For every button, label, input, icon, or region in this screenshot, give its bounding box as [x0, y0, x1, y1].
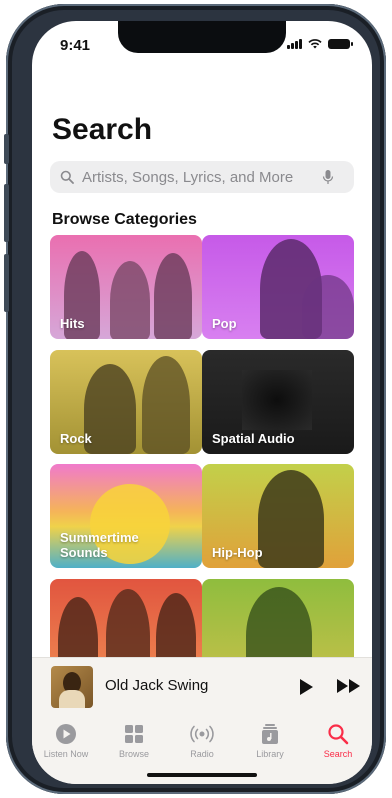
category-tile-hip-hop[interactable]: Hip-Hop [202, 464, 354, 568]
play-icon[interactable] [298, 678, 314, 696]
library-icon [262, 724, 278, 744]
tab-label: Listen Now [43, 749, 89, 759]
search-input[interactable] [80, 167, 322, 187]
album-artwork [51, 666, 93, 708]
now-playing-title: Old Jack Swing [105, 677, 209, 694]
notch [118, 21, 286, 53]
tab-search[interactable]: Search [304, 715, 372, 784]
category-tile-rock[interactable]: Rock [50, 350, 202, 454]
grid-icon [125, 725, 143, 743]
category-tile-summertime-sounds[interactable]: Summertime Sounds [50, 464, 202, 568]
category-tile-spatial-audio[interactable]: Spatial Audio [202, 350, 354, 454]
screen: 9:41 Search Browse [32, 21, 372, 784]
microphone-icon[interactable] [322, 169, 334, 185]
category-label: Hits [60, 316, 85, 331]
fast-forward-icon[interactable] [336, 678, 362, 694]
battery-icon [328, 39, 353, 49]
phone-frame: 9:41 Search Browse [4, 4, 386, 794]
search-bar[interactable] [50, 161, 354, 193]
tab-listen-now[interactable]: Listen Now [32, 715, 100, 784]
side-button [4, 184, 9, 242]
tab-label: Browse [118, 749, 149, 759]
category-tile-pop[interactable]: Pop [202, 235, 354, 339]
mini-player[interactable]: Old Jack Swing [32, 657, 372, 716]
radio-icon [190, 725, 214, 743]
wifi-icon [308, 39, 322, 49]
play-circle-icon [56, 724, 76, 744]
side-button [4, 254, 9, 312]
browse-categories-heading: Browse Categories [52, 211, 197, 228]
category-label: Hip-Hop [212, 545, 263, 560]
category-label: Pop [212, 316, 237, 331]
page-title: Search [52, 113, 153, 146]
status-time: 9:41 [60, 37, 91, 54]
search-icon [328, 724, 349, 745]
tab-label: Search [323, 749, 353, 759]
side-button [4, 134, 9, 164]
tab-label: Radio [190, 749, 214, 759]
category-tile-hits[interactable]: Hits [50, 235, 202, 339]
tab-label: Library [256, 749, 284, 759]
cellular-signal-icon [287, 39, 302, 49]
search-icon [60, 170, 74, 184]
category-label: Spatial Audio [212, 431, 295, 446]
home-indicator [147, 773, 257, 777]
category-label: Rock [60, 431, 92, 446]
category-label: Summertime Sounds [60, 530, 139, 560]
status-icons [287, 39, 353, 49]
